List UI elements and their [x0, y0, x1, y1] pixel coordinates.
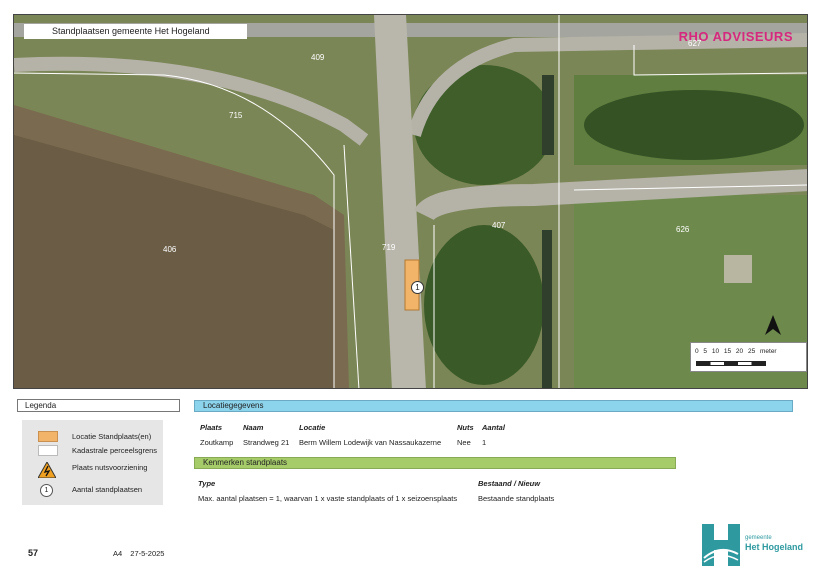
standplaats-count-marker[interactable]: 1	[411, 281, 424, 294]
legend-label: Kadastrale perceelsgrens	[72, 446, 158, 455]
parcel-number: 627	[688, 39, 702, 48]
scale-graphic	[696, 361, 766, 366]
footer-meta: A4 27-5-2025	[113, 549, 164, 558]
count-circle-icon: 1	[38, 484, 58, 497]
het-hogeland-logo-icon	[702, 524, 740, 566]
map-title: Standplaatsen gemeente Het Hogeland	[24, 24, 247, 39]
parcel-number: 409	[311, 53, 325, 62]
location-header: Locatie	[299, 423, 326, 432]
parcel-number: 626	[676, 225, 690, 234]
document-date: 27-5-2025	[130, 549, 165, 558]
features-cell: Bestaande standplaats	[478, 494, 555, 503]
location-cell: Strandweg 21	[243, 438, 290, 447]
logo-big-text: Het Hogeland	[745, 542, 804, 552]
location-header: Plaats	[200, 423, 223, 432]
electricity-warning-icon	[37, 460, 58, 479]
standplaats-swatch	[38, 431, 58, 442]
legend: Locatie Standplaats(en) Kadastrale perce…	[22, 420, 163, 505]
parcel-number: 715	[229, 111, 243, 120]
features-header: Type	[198, 479, 216, 488]
page-number: 57	[28, 548, 39, 558]
parcel-number: 406	[163, 245, 177, 254]
aerial-imagery	[14, 15, 807, 388]
legend-label: Plaats nutsvoorziening	[72, 463, 148, 472]
aerial-map[interactable]: Standplaatsen gemeente Het Hogeland RHO …	[13, 14, 808, 389]
location-cell: Zoutkamp	[200, 438, 234, 447]
features-cell: Max. aantal plaatsen = 1, waarvan 1 x va…	[198, 494, 458, 503]
parcel-number: 407	[492, 221, 506, 230]
legend-label: Aantal standplaatsen	[72, 485, 143, 494]
paper-format: A4	[113, 549, 123, 558]
legend-title: Legenda	[17, 399, 180, 412]
location-cell: 1	[482, 438, 487, 447]
logo-small-text: gemeente	[745, 535, 772, 541]
scale-labels: 0 5 10 15 20 25 meter	[695, 348, 777, 355]
scale-bar: 0 5 10 15 20 25 meter	[690, 342, 807, 372]
features-header: Bestaand / Nieuw	[478, 479, 541, 488]
location-section-title: Locatiegegevens	[194, 400, 793, 412]
location-header: Naam	[243, 423, 264, 432]
features-section-title: Kenmerken standplaats	[194, 457, 676, 469]
location-header: Nuts	[457, 423, 474, 432]
parcel-number: 719	[382, 243, 396, 252]
count-symbol: 1	[40, 484, 53, 497]
location-header: Aantal	[482, 423, 505, 432]
legend-label: Locatie Standplaats(en)	[72, 432, 152, 441]
location-cell: Berm Willem Lodewijk van Nassaukazerne	[299, 438, 442, 447]
location-cell: Nee	[457, 438, 471, 447]
perceelsgrens-swatch	[38, 445, 58, 456]
